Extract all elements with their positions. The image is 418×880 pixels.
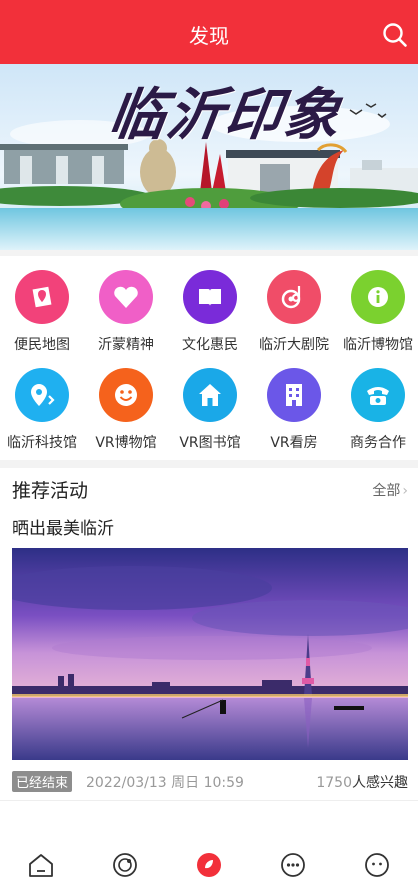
banner-image[interactable]: 临沂印象 <box>0 64 418 250</box>
grid-item-science-museum[interactable]: 临沂科技馆 <box>0 354 84 451</box>
activity-title[interactable]: 晒出最美临沂 <box>12 514 114 539</box>
map-icon <box>15 270 69 324</box>
home-icon[interactable] <box>28 852 54 878</box>
grid-item-label: 便民地图 <box>14 337 70 353</box>
activity-photo-scene <box>12 548 408 760</box>
message-icon[interactable] <box>280 852 306 878</box>
view-all-label: 全部 <box>372 483 401 499</box>
grid-item-label: 临沂博物馆 <box>343 337 413 353</box>
grid-item-business[interactable]: 商务合作 <box>336 354 418 451</box>
grid-item-label: 商务合作 <box>350 435 406 451</box>
interest-number: 1750 <box>316 775 352 791</box>
info-icon <box>351 270 405 324</box>
grid-item-label: 沂蒙精神 <box>98 337 154 353</box>
home-icon <box>183 368 237 422</box>
grid-item-label: 临沂科技馆 <box>7 435 77 451</box>
feature-grid: 便民地图 沂蒙精神 文化惠民 临沂大剧院 临沂博物馆 临沂科技馆 VR博物馆 V… <box>0 256 418 458</box>
header-bar: 发现 <box>0 0 418 64</box>
grid-item-culture[interactable]: 文化惠民 <box>168 256 252 353</box>
grid-item-yimeng-spirit[interactable]: 沂蒙精神 <box>84 256 168 353</box>
grid-item-label: VR博物馆 <box>95 435 157 451</box>
center-icon[interactable] <box>196 852 222 878</box>
view-all-link[interactable]: 全部 › <box>372 480 408 500</box>
search-icon[interactable] <box>382 22 408 48</box>
bottom-nav <box>0 838 418 880</box>
grid-item-label: VR图书馆 <box>179 435 241 451</box>
divider <box>0 800 418 801</box>
activity-image[interactable] <box>12 548 408 760</box>
page-title: 发现 <box>189 24 229 48</box>
chevron-right-icon: › <box>402 483 408 499</box>
music-icon <box>267 270 321 324</box>
grid-item-convenience-map[interactable]: 便民地图 <box>0 256 84 353</box>
activity-datetime: 2022/03/13 周日 10:59 <box>86 775 244 791</box>
building-icon <box>267 368 321 422</box>
divider <box>0 460 418 468</box>
grid-item-museum[interactable]: 临沂博物馆 <box>336 256 418 353</box>
interest-count: 1750人感兴趣 <box>316 772 408 792</box>
interest-label: 人感兴趣 <box>352 775 408 791</box>
grid-item-vr-museum[interactable]: VR博物馆 <box>84 354 168 451</box>
banner-title: 临沂印象 <box>104 82 347 148</box>
grid-item-label: 文化惠民 <box>182 337 238 353</box>
heart-icon <box>99 270 153 324</box>
status-badge: 已经结束 <box>12 771 73 792</box>
profile-icon[interactable] <box>364 852 390 878</box>
grid-item-label: VR看房 <box>270 435 318 451</box>
smile-icon <box>99 368 153 422</box>
book-icon <box>183 270 237 324</box>
grid-item-label: 临沂大剧院 <box>259 337 329 353</box>
grid-item-theatre[interactable]: 临沂大剧院 <box>252 256 336 353</box>
location-icon <box>15 368 69 422</box>
section-header: 推荐活动 全部 › <box>0 468 418 508</box>
discover-icon[interactable] <box>112 852 138 878</box>
section-title: 推荐活动 <box>12 480 89 502</box>
activity-meta: 已经结束 2022/03/13 周日 10:59 1750人感兴趣 <box>12 770 408 792</box>
grid-item-vr-library[interactable]: VR图书馆 <box>168 354 252 451</box>
grid-item-vr-housing[interactable]: VR看房 <box>252 354 336 451</box>
phone-icon <box>351 368 405 422</box>
